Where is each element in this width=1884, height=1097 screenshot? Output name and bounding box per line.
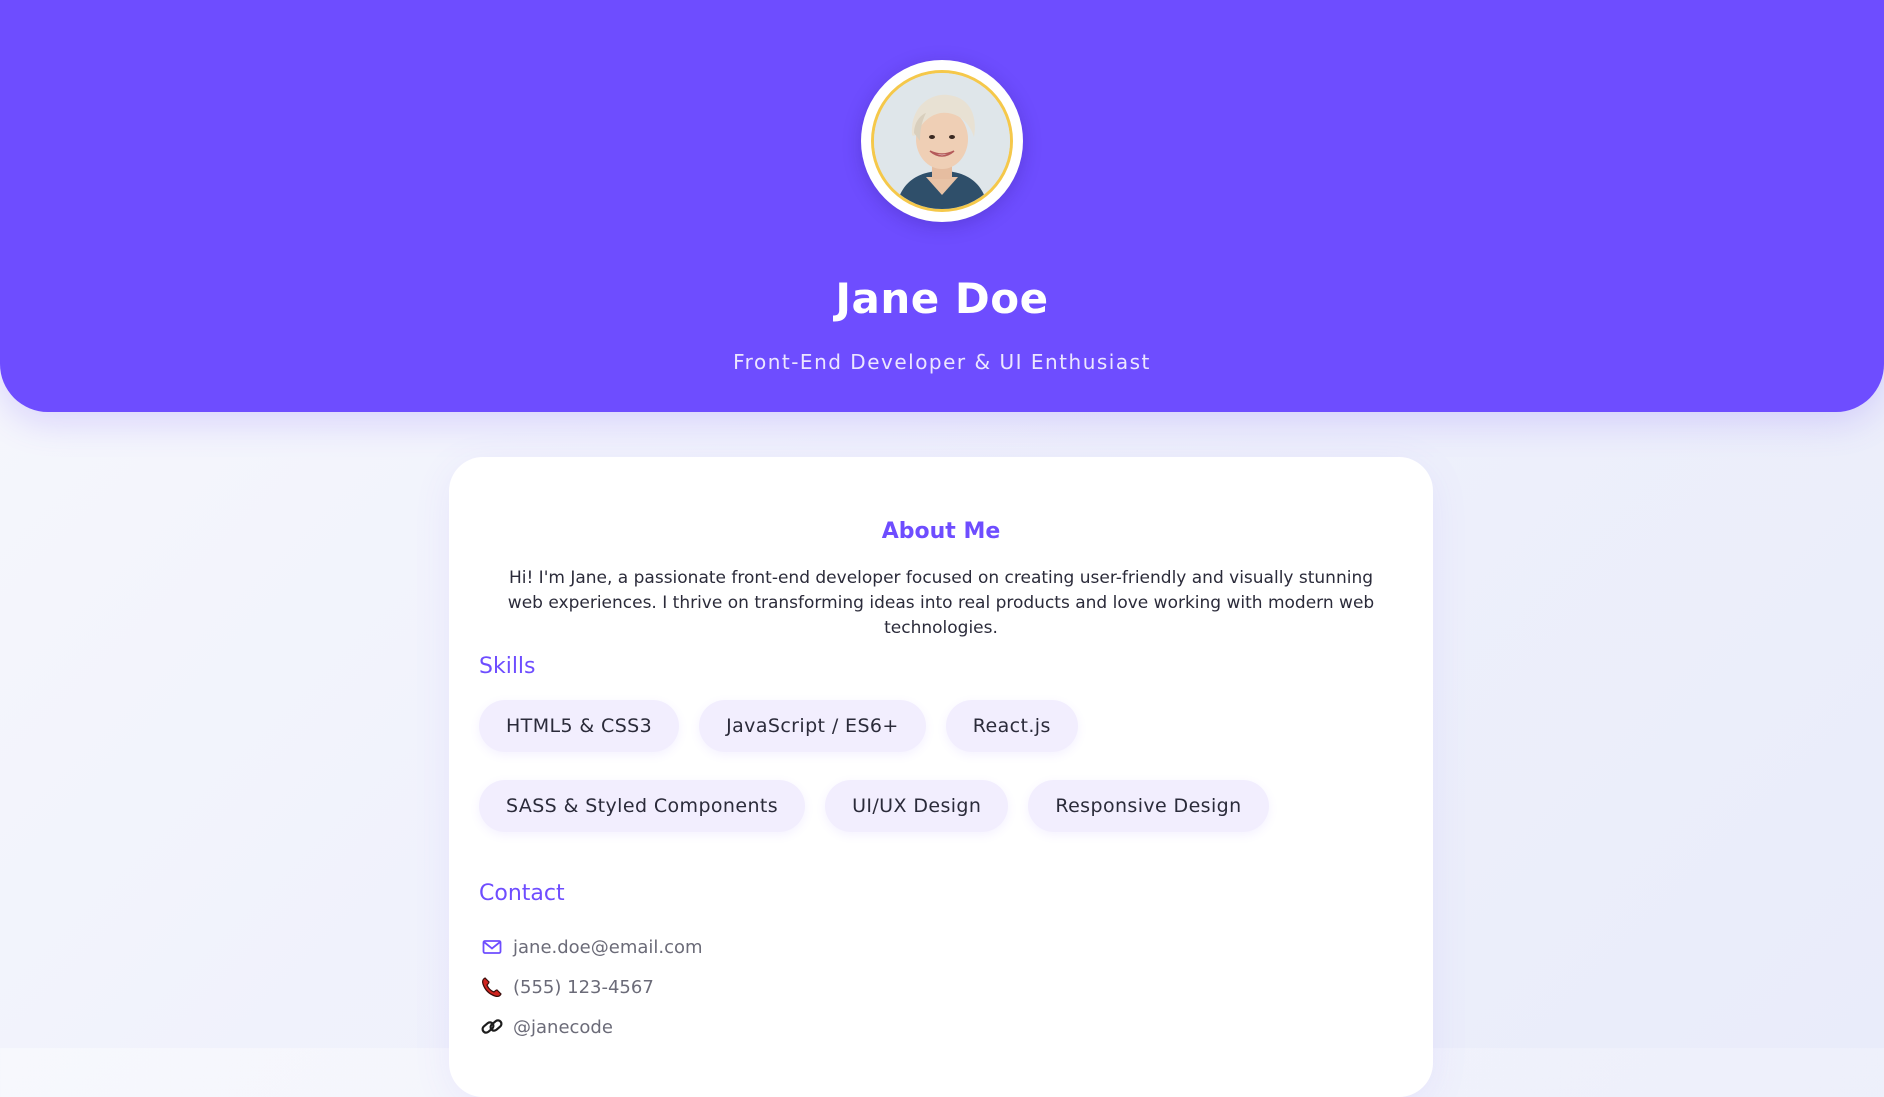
skills-list: HTML5 & CSS3 JavaScript / ES6+ React.js …	[479, 700, 1399, 832]
profile-card: About Me Hi! I'm Jane, a passionate fron…	[449, 457, 1433, 1097]
about-heading: About Me	[881, 519, 1001, 544]
skill-chip: JavaScript / ES6+	[699, 700, 926, 752]
contact-heading: Contact	[479, 881, 565, 906]
skill-chip: SASS & Styled Components	[479, 780, 806, 832]
profile-name: Jane Doe	[835, 274, 1049, 323]
phone-icon	[479, 974, 505, 1000]
avatar-frame	[861, 60, 1023, 222]
contact-phone[interactable]: (555) 123-4567	[479, 967, 703, 1007]
mail-icon	[479, 934, 505, 960]
contact-email[interactable]: jane.doe@email.com	[479, 927, 703, 967]
skills-heading: Skills	[479, 654, 536, 679]
skill-chip: Responsive Design	[1028, 780, 1269, 832]
profile-header: Jane Doe Front-End Developer & UI Enthus…	[0, 0, 1884, 412]
skill-chip: React.js	[945, 700, 1078, 752]
contact-email-text: jane.doe@email.com	[513, 936, 703, 958]
contact-handle[interactable]: @janecode	[479, 1007, 703, 1047]
contact-list: jane.doe@email.com (555) 123-4567 @janec…	[479, 927, 703, 1047]
contact-handle-text: @janecode	[513, 1016, 613, 1038]
link-icon	[479, 1014, 505, 1040]
profile-photo	[874, 73, 1010, 209]
about-text: Hi! I'm Jane, a passionate front-end dev…	[507, 568, 1375, 638]
avatar	[871, 70, 1013, 212]
skill-chip: UI/UX Design	[825, 780, 1009, 832]
profile-title: Front-End Developer & UI Enthusiast	[733, 350, 1151, 374]
contact-phone-text: (555) 123-4567	[513, 976, 654, 998]
skill-chip: HTML5 & CSS3	[479, 700, 680, 752]
